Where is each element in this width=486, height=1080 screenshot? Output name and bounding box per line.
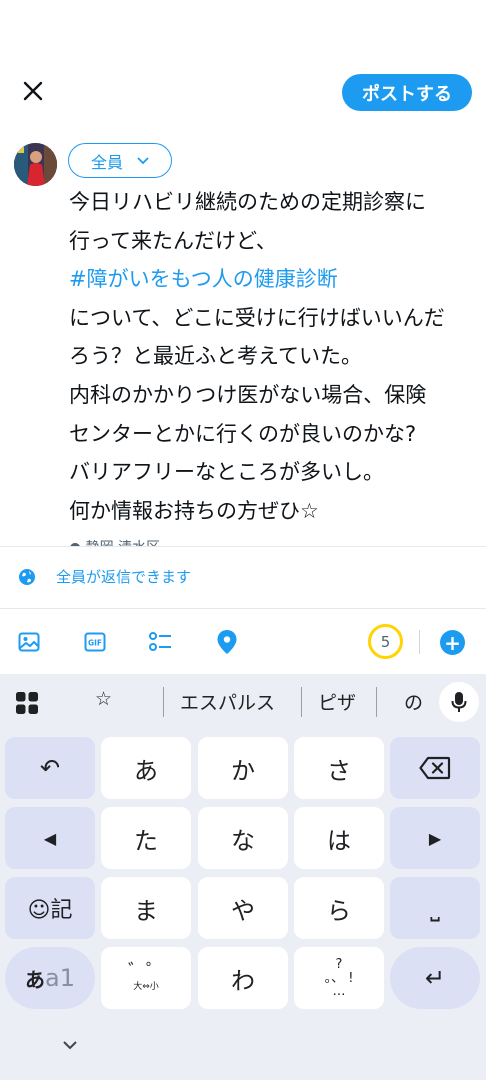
close-button[interactable] <box>18 76 48 106</box>
suggestion-divider <box>376 687 377 717</box>
hashtag-link[interactable]: #障がいをもつ人の健康診断 <box>69 260 479 299</box>
suggestion-bar: ☆ エスパルス ピザ の <box>0 674 486 730</box>
location-button[interactable] <box>213 628 241 656</box>
key-ma[interactable]: ま <box>101 877 191 939</box>
cursor-right-key[interactable]: ▶ <box>390 807 480 869</box>
grid-icon <box>16 692 38 714</box>
key-ya[interactable]: や <box>198 877 288 939</box>
globe-icon <box>19 568 35 585</box>
text-line: センターとかに行くのが良いのかな? <box>69 421 417 446</box>
dakuten-label: ゛゜ <box>128 961 164 982</box>
ime-keyboard: ☆ エスパルス ピザ の ↶ あ か さ ◀ た な は ▶ ☺記 ま や ら … <box>0 674 486 1080</box>
text-line: 内科のかかりつけ医がない場合、保険 <box>69 382 427 407</box>
image-icon <box>18 632 40 652</box>
key-na[interactable]: な <box>198 807 288 869</box>
emoji-symbol-key[interactable]: ☺記 <box>5 877 95 939</box>
text-line: バリアフリーなところが多いし。 <box>69 460 384 485</box>
key-ha[interactable]: は <box>294 807 384 869</box>
location-icon <box>217 630 237 654</box>
dakuten-key[interactable]: ゛゜ 大⇔小 <box>101 947 191 1009</box>
backspace-icon <box>419 756 451 780</box>
avatar[interactable] <box>14 143 57 186</box>
post-text-area[interactable]: 今日リハビリ継続のための定期診察に 行って来たんだけど、 #障がいをもつ人の健康… <box>69 183 479 530</box>
key-ta[interactable]: た <box>101 807 191 869</box>
voice-input-button[interactable] <box>439 682 479 722</box>
suggestion-divider <box>301 687 302 717</box>
mode-hiragana-label: あ <box>25 967 45 992</box>
character-counter: 5 <box>368 624 403 659</box>
suggestion-divider <box>163 687 164 717</box>
cursor-left-key[interactable]: ◀ <box>5 807 95 869</box>
text-line: について、どこに受けに行けばいいんだ <box>69 305 445 330</box>
hide-keyboard-icon[interactable] <box>62 1040 78 1050</box>
reply-setting[interactable]: 全員が返信できます <box>18 566 191 587</box>
suggestion[interactable]: の <box>404 688 423 715</box>
suggestion[interactable]: エスパルス <box>180 688 275 715</box>
toolbar-divider <box>419 630 420 654</box>
add-thread-button[interactable]: + <box>440 630 465 655</box>
text-line: ろう？と最近ふと考えていた。 <box>69 344 362 369</box>
audience-selector[interactable]: 全員 <box>68 143 172 178</box>
text-line: 行って来たんだけど、 <box>69 228 277 253</box>
gif-button[interactable]: GIF <box>81 628 109 656</box>
text-line: 何か情報お持ちの方ぜひ☆ <box>69 498 319 523</box>
punct-question-label: ? <box>335 957 343 972</box>
small-large-label: 大⇔小 <box>133 982 159 992</box>
location-tag[interactable]: ● 静岡 清水区 <box>69 537 160 546</box>
image-button[interactable] <box>15 628 43 656</box>
poll-icon <box>149 632 171 651</box>
punct-ellipsis-label: … <box>332 984 346 999</box>
post-button[interactable]: ポストする <box>342 74 472 111</box>
poll-button[interactable] <box>147 628 175 656</box>
key-wa[interactable]: わ <box>198 947 288 1009</box>
svg-text:GIF: GIF <box>88 639 102 648</box>
suggestion[interactable]: ☆ <box>95 688 112 710</box>
suggestion[interactable]: ピザ <box>318 688 356 715</box>
apps-grid-button[interactable] <box>15 691 39 719</box>
key-a[interactable]: あ <box>101 737 191 799</box>
reply-setting-label: 全員が返信できます <box>56 568 192 586</box>
mode-alnum-label: a1 <box>45 964 75 992</box>
gif-icon: GIF <box>84 632 106 652</box>
punctuation-key[interactable]: ? 。、 ! … <box>294 947 384 1009</box>
key-sa[interactable]: さ <box>294 737 384 799</box>
close-icon <box>23 81 43 101</box>
microphone-icon <box>451 692 467 712</box>
enter-key[interactable]: ↵ <box>390 947 480 1009</box>
divider <box>0 608 486 609</box>
text-line: 今日リハビリ継続のための定期診察に <box>69 190 426 214</box>
space-key[interactable]: ⎵ <box>390 877 480 939</box>
backspace-key[interactable] <box>390 737 480 799</box>
key-ka[interactable]: か <box>198 737 288 799</box>
divider <box>0 546 486 547</box>
undo-key[interactable]: ↶ <box>5 737 95 799</box>
key-ra[interactable]: ら <box>294 877 384 939</box>
audience-label: 全員 <box>90 152 123 172</box>
input-mode-key[interactable]: あ a1 <box>5 947 95 1009</box>
chevron-down-icon <box>137 156 149 164</box>
